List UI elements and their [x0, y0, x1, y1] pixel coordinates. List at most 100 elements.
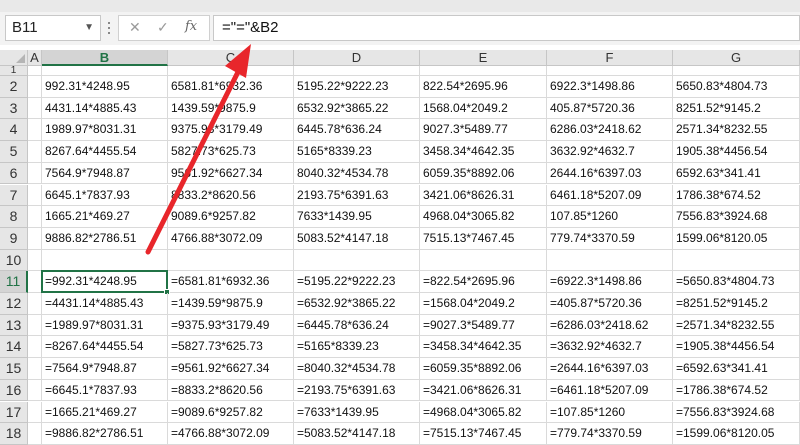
cell-c5[interactable]: 5827.73*625.73 [168, 141, 294, 163]
cell-d17[interactable]: =7633*1439.95 [294, 401, 420, 424]
cell-a15[interactable] [28, 358, 42, 380]
cell-d11[interactable]: =5195.22*9222.23 [294, 271, 420, 293]
cell-a7[interactable] [28, 184, 42, 207]
cell-b18[interactable]: =9886.82*2786.51 [42, 423, 168, 445]
cell-a17[interactable] [28, 401, 42, 424]
cell-a12[interactable] [28, 293, 42, 315]
cell-c16[interactable]: =8833.2*8620.56 [168, 379, 294, 402]
cell-g10[interactable] [673, 249, 800, 272]
row-header-4[interactable]: 4 [0, 119, 28, 142]
cell-e18[interactable]: =7515.13*7467.45 [420, 423, 547, 445]
row-header-2[interactable]: 2 [0, 76, 28, 98]
column-header-b[interactable]: B [42, 50, 168, 66]
cell-e3[interactable]: 1568.04*2049.2 [420, 97, 547, 120]
cell-c15[interactable]: =9561.92*6627.34 [168, 358, 294, 380]
cell-d15[interactable]: =8040.32*4534.78 [294, 358, 420, 380]
row-header-17[interactable]: 17 [0, 401, 28, 424]
cell-f17[interactable]: =107.85*1260 [547, 401, 673, 424]
row-header-3[interactable]: 3 [0, 97, 28, 120]
name-box[interactable]: B11 ▼ [5, 15, 101, 41]
cell-d2[interactable]: 5195.22*9222.23 [294, 76, 420, 98]
row-header-14[interactable]: 14 [0, 336, 28, 359]
cell-b13[interactable]: =1989.97*8031.31 [42, 314, 168, 337]
row-header-15[interactable]: 15 [0, 358, 28, 380]
cell-f14[interactable]: =3632.92*4632.7 [547, 336, 673, 359]
cell-d7[interactable]: 2193.75*6391.63 [294, 184, 420, 207]
cell-f8[interactable]: 107.85*1260 [547, 206, 673, 228]
cell-c12[interactable]: =1439.59*9875.9 [168, 293, 294, 315]
cell-e13[interactable]: =9027.3*5489.77 [420, 314, 547, 337]
cell-g6[interactable]: 6592.63*341.41 [673, 162, 800, 185]
cell-f12[interactable]: =405.87*5720.36 [547, 293, 673, 315]
cell-g5[interactable]: 1905.38*4456.54 [673, 141, 800, 163]
cell-b4[interactable]: 1989.97*8031.31 [42, 119, 168, 142]
cell-f13[interactable]: =6286.03*2418.62 [547, 314, 673, 337]
column-header-d[interactable]: D [294, 50, 420, 66]
cell-f10[interactable] [547, 249, 673, 272]
cell-e17[interactable]: =4968.04*3065.82 [420, 401, 547, 424]
cell-e12[interactable]: =1568.04*2049.2 [420, 293, 547, 315]
cell-c18[interactable]: =4766.88*3072.09 [168, 423, 294, 445]
cell-b2[interactable]: 992.31*4248.95 [42, 76, 168, 98]
cell-e2[interactable]: 822.54*2695.96 [420, 76, 547, 98]
cell-g13[interactable]: =2571.34*8232.55 [673, 314, 800, 337]
cell-g15[interactable]: =6592.63*341.41 [673, 358, 800, 380]
cell-d1[interactable] [294, 66, 420, 76]
cell-a14[interactable] [28, 336, 42, 359]
cell-a6[interactable] [28, 162, 42, 185]
cell-f4[interactable]: 6286.03*2418.62 [547, 119, 673, 142]
cell-g2[interactable]: 5650.83*4804.73 [673, 76, 800, 98]
cell-d13[interactable]: =6445.78*636.24 [294, 314, 420, 337]
cell-e5[interactable]: 3458.34*4642.35 [420, 141, 547, 163]
cell-e14[interactable]: =3458.34*4642.35 [420, 336, 547, 359]
cell-d5[interactable]: 5165*8339.23 [294, 141, 420, 163]
column-header-f[interactable]: F [547, 50, 673, 66]
insert-function-icon[interactable]: fx [185, 19, 197, 34]
row-header-1[interactable]: 1 [0, 66, 28, 76]
cell-f6[interactable]: 2644.16*6397.03 [547, 162, 673, 185]
cell-c8[interactable]: 9089.6*9257.82 [168, 206, 294, 228]
cell-b11[interactable]: =992.31*4248.95 [42, 271, 168, 293]
cell-d9[interactable]: 5083.52*4147.18 [294, 227, 420, 250]
cell-e11[interactable]: =822.54*2695.96 [420, 271, 547, 293]
formula-bar-grip-icon[interactable] [108, 22, 111, 36]
cell-c7[interactable]: 8833.2*8620.56 [168, 184, 294, 207]
column-header-e[interactable]: E [420, 50, 547, 66]
row-header-10[interactable]: 10 [0, 249, 28, 272]
cell-c17[interactable]: =9089.6*9257.82 [168, 401, 294, 424]
cell-e1[interactable] [420, 66, 547, 76]
cell-b1[interactable] [42, 66, 168, 76]
cell-d8[interactable]: 7633*1439.95 [294, 206, 420, 228]
cell-d18[interactable]: =5083.52*4147.18 [294, 423, 420, 445]
cell-a2[interactable] [28, 76, 42, 98]
cell-g1[interactable] [673, 66, 800, 76]
cell-b10[interactable] [42, 249, 168, 272]
cell-a9[interactable] [28, 227, 42, 250]
row-header-9[interactable]: 9 [0, 227, 28, 250]
cell-a18[interactable] [28, 423, 42, 445]
cell-c14[interactable]: =5827.73*625.73 [168, 336, 294, 359]
cell-g7[interactable]: 1786.38*674.52 [673, 184, 800, 207]
cell-g12[interactable]: =8251.52*9145.2 [673, 293, 800, 315]
cell-b16[interactable]: =6645.1*7837.93 [42, 379, 168, 402]
cell-c13[interactable]: =9375.93*3179.49 [168, 314, 294, 337]
select-all-corner[interactable] [0, 50, 28, 66]
cell-a5[interactable] [28, 141, 42, 163]
cell-c9[interactable]: 4766.88*3072.09 [168, 227, 294, 250]
cell-e15[interactable]: =6059.35*8892.06 [420, 358, 547, 380]
cell-b8[interactable]: 1665.21*469.27 [42, 206, 168, 228]
cell-e4[interactable]: 9027.3*5489.77 [420, 119, 547, 142]
row-header-12[interactable]: 12 [0, 293, 28, 315]
column-header-g[interactable]: G [673, 50, 800, 66]
cell-d14[interactable]: =5165*8339.23 [294, 336, 420, 359]
cell-f3[interactable]: 405.87*5720.36 [547, 97, 673, 120]
row-header-13[interactable]: 13 [0, 314, 28, 337]
cell-g14[interactable]: =1905.38*4456.54 [673, 336, 800, 359]
cell-f11[interactable]: =6922.3*1498.86 [547, 271, 673, 293]
cell-d4[interactable]: 6445.78*636.24 [294, 119, 420, 142]
cell-g8[interactable]: 7556.83*3924.68 [673, 206, 800, 228]
cell-b6[interactable]: 7564.9*7948.87 [42, 162, 168, 185]
cell-b5[interactable]: 8267.64*4455.54 [42, 141, 168, 163]
cell-e7[interactable]: 3421.06*8626.31 [420, 184, 547, 207]
cell-d16[interactable]: =2193.75*6391.63 [294, 379, 420, 402]
